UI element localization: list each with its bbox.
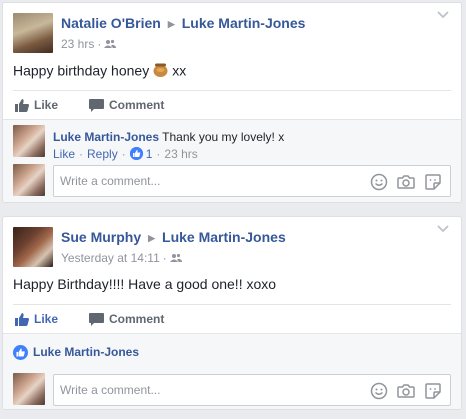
action-bar: Like Comment [13, 90, 451, 121]
target-link[interactable]: Luke Martin-Jones [162, 229, 286, 245]
like-button[interactable]: Like [15, 312, 58, 326]
post-time[interactable]: 23 hrs [61, 37, 94, 51]
post-meta: 23 hrs · [61, 37, 117, 52]
avatar[interactable] [13, 125, 45, 157]
post-header: Natalie O'Brien ▶ Luke Martin-Jones [61, 15, 305, 31]
avatar [13, 164, 45, 196]
post-card: Sue Murphy ▶ Luke Martin-Jones Yesterday a… [2, 216, 462, 410]
liker-name[interactable]: Luke Martin-Jones [33, 345, 139, 359]
comment-button[interactable]: Comment [89, 98, 164, 112]
post-meta: Yesterday at 14:11 · [61, 251, 182, 266]
comment: Luke Martin-Jones Thank you my lovely! x [53, 130, 284, 144]
reaction-count[interactable]: 1 [146, 147, 153, 161]
comment-author[interactable]: Luke Martin-Jones [53, 130, 159, 144]
comment-text: Thank you my lovely! x [162, 130, 285, 144]
like-reaction-icon[interactable] [129, 147, 143, 160]
post-time[interactable]: Yesterday at 14:11 [61, 251, 160, 265]
emoji-icon[interactable] [370, 382, 388, 400]
target-link[interactable]: Luke Martin-Jones [182, 15, 306, 31]
chevron-down-icon[interactable] [437, 225, 449, 233]
comments-section: Luke Martin-Jones Thank you my lovely! x… [3, 119, 461, 202]
comment-bubble-icon [89, 99, 104, 112]
friends-icon[interactable] [104, 38, 117, 52]
honey-pot-emoji-icon [152, 61, 169, 81]
sticker-icon[interactable] [424, 382, 442, 400]
avatar[interactable] [13, 13, 53, 53]
comment-composer [53, 374, 451, 406]
post-text: Happy Birthday!!!! Have a good one!! xox… [13, 276, 277, 292]
author-link[interactable]: Natalie O'Brien [61, 15, 161, 31]
thumbs-up-icon [15, 99, 29, 112]
friends-icon[interactable] [169, 252, 182, 266]
comment-actions: Like · Reply · 1 · 23 hrs [53, 147, 198, 161]
camera-icon[interactable] [397, 382, 415, 400]
comment-time[interactable]: 23 hrs [164, 147, 197, 161]
comment-like-link[interactable]: Like [53, 147, 75, 161]
chevron-down-icon[interactable] [437, 11, 449, 19]
post-text: Happy birthday honey xx [13, 62, 186, 82]
post-header: Sue Murphy ▶ Luke Martin-Jones [61, 229, 286, 245]
write-comment-input[interactable] [60, 381, 340, 399]
arrow-right-icon: ▶ [167, 19, 175, 29]
like-button[interactable]: Like [15, 98, 58, 112]
action-bar: Like Comment [13, 304, 451, 335]
emoji-icon[interactable] [370, 173, 388, 191]
arrow-right-icon: ▶ [148, 233, 156, 243]
comment-bubble-icon [89, 313, 104, 326]
comment-reply-link[interactable]: Reply [87, 147, 118, 161]
avatar [13, 373, 45, 405]
post-card: Natalie O'Brien ▶ Luke Martin-Jones 23 hrs… [2, 2, 462, 203]
avatar[interactable] [13, 227, 53, 267]
sticker-icon[interactable] [424, 173, 442, 191]
comment-composer [53, 165, 451, 197]
likes-summary: Luke Martin-Jones [13, 345, 139, 360]
like-reaction-icon [13, 345, 28, 360]
write-comment-input[interactable] [60, 172, 340, 190]
camera-icon[interactable] [397, 173, 415, 191]
comment-button[interactable]: Comment [89, 312, 164, 326]
thumbs-up-icon [15, 313, 29, 326]
comments-section: Luke Martin-Jones [3, 333, 461, 409]
author-link[interactable]: Sue Murphy [61, 229, 141, 245]
